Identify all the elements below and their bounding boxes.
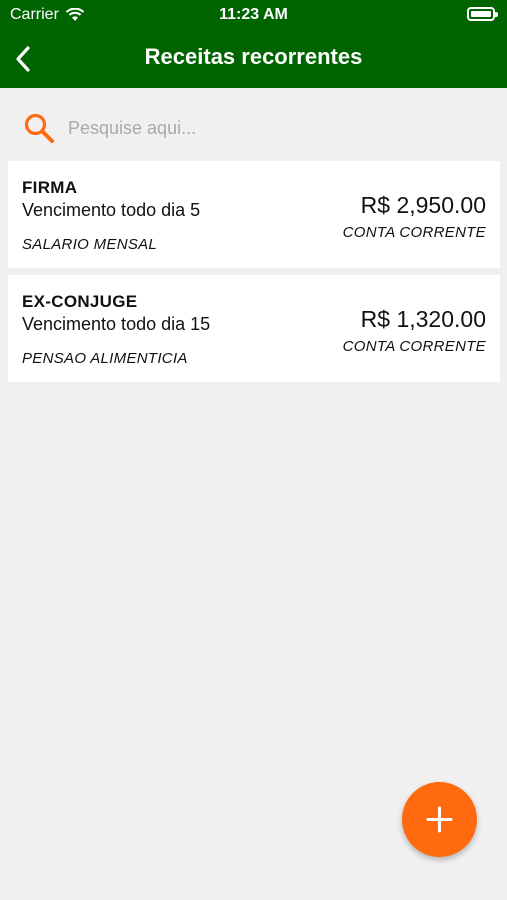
search-icon[interactable]: [22, 111, 56, 145]
search-input[interactable]: [68, 117, 468, 139]
top-bar: Carrier 11:23 AM Receitas recorrentes: [0, 0, 507, 88]
battery-icon: [467, 7, 498, 21]
item-due-date: Vencimento todo dia 5: [22, 200, 201, 220]
plus-icon: [426, 806, 453, 833]
list-item[interactable]: FIRMA Vencimento todo dia 5 SALARIO MENS…: [8, 161, 500, 268]
item-account: CONTA CORRENTE: [342, 224, 486, 241]
add-button[interactable]: [402, 782, 477, 857]
list-item[interactable]: EX-CONJUGE Vencimento todo dia 15 PENSAO…: [8, 275, 500, 382]
item-description: SALARIO MENSAL: [22, 236, 158, 253]
item-value: R$ 2,950.00: [360, 192, 486, 218]
search-bar: [22, 108, 492, 148]
item-account: CONTA CORRENTE: [342, 338, 486, 355]
item-name: EX-CONJUGE: [22, 292, 138, 311]
page-title: Receitas recorrentes: [144, 44, 363, 69]
nav-bar: Receitas recorrentes: [0, 30, 507, 88]
item-name: FIRMA: [22, 178, 78, 197]
item-value: R$ 1,320.00: [360, 306, 486, 332]
status-time: 11:23 AM: [219, 6, 288, 23]
status-bar: Carrier 11:23 AM: [0, 0, 507, 30]
item-description: PENSAO ALIMENTICIA: [22, 350, 188, 367]
item-due-date: Vencimento todo dia 15: [22, 314, 211, 334]
